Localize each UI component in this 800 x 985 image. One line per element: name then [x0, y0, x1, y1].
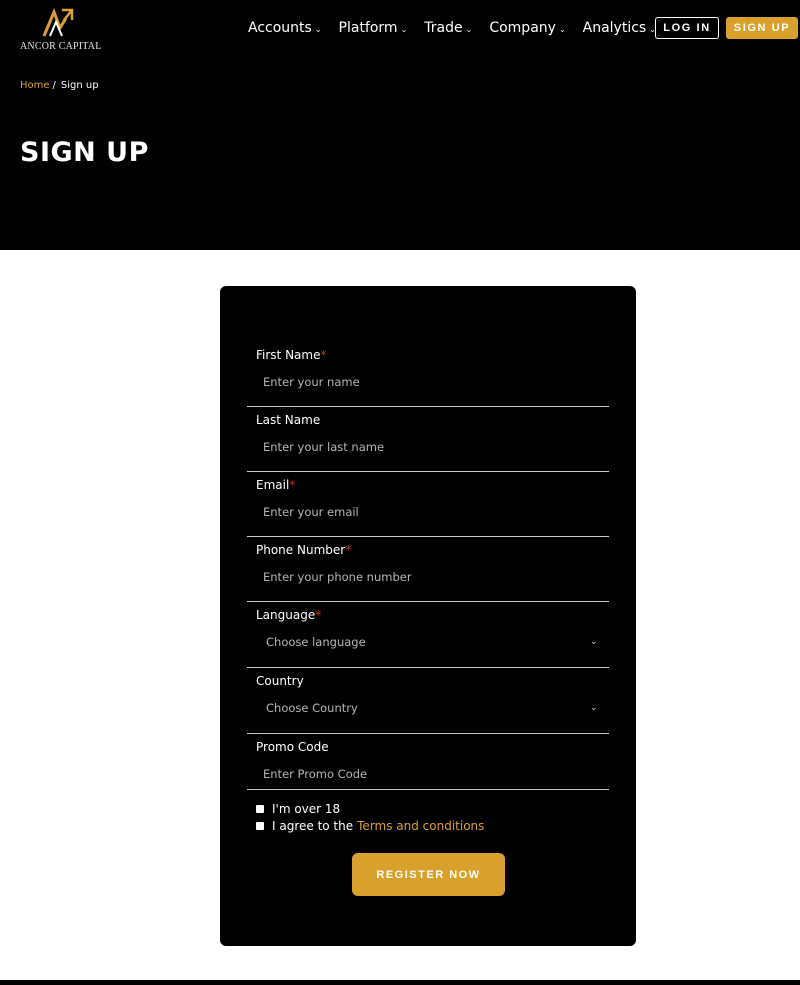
nav-company[interactable]: Company ⌄ — [489, 20, 565, 36]
nav-analytics[interactable]: Analytics ⌄ — [583, 20, 656, 36]
nav-company-label: Company — [489, 20, 556, 36]
breadcrumb-separator: / — [52, 80, 56, 91]
over18-label: I'm over 18 — [272, 802, 341, 816]
last-name-field: Last Name Enter your last name — [247, 413, 609, 472]
breadcrumb-home-link[interactable]: Home — [20, 80, 50, 91]
signup-button[interactable]: SIGN UP — [726, 17, 798, 39]
main-nav: Accounts ⌄ Platform ⌄ Trade ⌄ Company ⌄ Anal… — [248, 20, 673, 36]
terms-label: I agree to the — [272, 819, 354, 833]
first-name-input[interactable]: Enter your name — [263, 375, 360, 389]
nav-platform-label: Platform — [338, 20, 398, 36]
signup-form-card: First Name* Enter your name Last Name En… — [220, 286, 636, 946]
logo-icon — [42, 7, 74, 37]
phone-field: Phone Number* Enter your phone number — [247, 543, 609, 602]
breadcrumb: Home / Sign up — [20, 80, 99, 91]
country-label: Country — [256, 674, 304, 688]
chevron-down-icon[interactable]: ⌄ — [590, 636, 598, 647]
over18-checkbox[interactable] — [256, 805, 264, 813]
nav-trade-label: Trade — [424, 20, 463, 36]
header-hero: ANCOR CAPITAL Accounts ⌄ Platform ⌄ Trade ⌄… — [0, 0, 800, 250]
breadcrumb-current: Sign up — [60, 80, 99, 91]
terms-checkbox[interactable] — [256, 822, 264, 830]
last-name-input[interactable]: Enter your last name — [263, 440, 384, 454]
brand-logo[interactable]: ANCOR CAPITAL — [20, 6, 102, 52]
page-title: SIGN UP — [20, 137, 149, 168]
over18-checkbox-row: I'm over 18 — [256, 802, 340, 816]
login-button[interactable]: LOG IN — [655, 17, 719, 39]
nav-trade[interactable]: Trade ⌄ — [424, 20, 472, 36]
promo-code-label: Promo Code — [256, 740, 329, 754]
chevron-down-icon: ⌄ — [465, 24, 473, 34]
chevron-down-icon: ⌄ — [314, 24, 322, 34]
promo-code-input[interactable]: Enter Promo Code — [263, 767, 367, 781]
nav-analytics-label: Analytics — [582, 20, 647, 36]
email-label: Email* — [256, 478, 296, 492]
promo-code-field: Promo Code Enter Promo Code — [247, 740, 609, 790]
phone-label: Phone Number* — [256, 543, 352, 557]
first-name-field: First Name* Enter your name — [247, 348, 609, 407]
nav-platform[interactable]: Platform ⌄ — [339, 20, 408, 36]
chevron-down-icon: ⌄ — [400, 24, 408, 34]
first-name-label: First Name* — [256, 348, 327, 362]
footer-strip — [0, 980, 800, 985]
terms-link[interactable]: Terms and conditions — [357, 819, 484, 833]
chevron-down-icon[interactable]: ⌄ — [590, 702, 598, 713]
email-field: Email* Enter your email — [247, 478, 609, 537]
register-button[interactable]: REGISTER NOW — [352, 853, 505, 896]
last-name-label: Last Name — [256, 413, 321, 427]
language-select[interactable]: Choose language — [266, 635, 366, 649]
country-field: Country Choose Country ⌄ — [247, 674, 609, 734]
nav-accounts[interactable]: Accounts ⌄ — [248, 20, 322, 36]
chevron-down-icon: ⌄ — [558, 24, 566, 34]
nav-accounts-label: Accounts — [248, 20, 312, 36]
language-label: Language* — [256, 608, 322, 622]
email-input[interactable]: Enter your email — [263, 505, 359, 519]
phone-input[interactable]: Enter your phone number — [263, 570, 412, 584]
brand-name: ANCOR CAPITAL — [20, 41, 102, 52]
country-select[interactable]: Choose Country — [266, 701, 358, 715]
language-field: Language* Choose language ⌄ — [247, 608, 609, 668]
terms-checkbox-row: I agree to the Terms and conditions — [256, 819, 484, 833]
